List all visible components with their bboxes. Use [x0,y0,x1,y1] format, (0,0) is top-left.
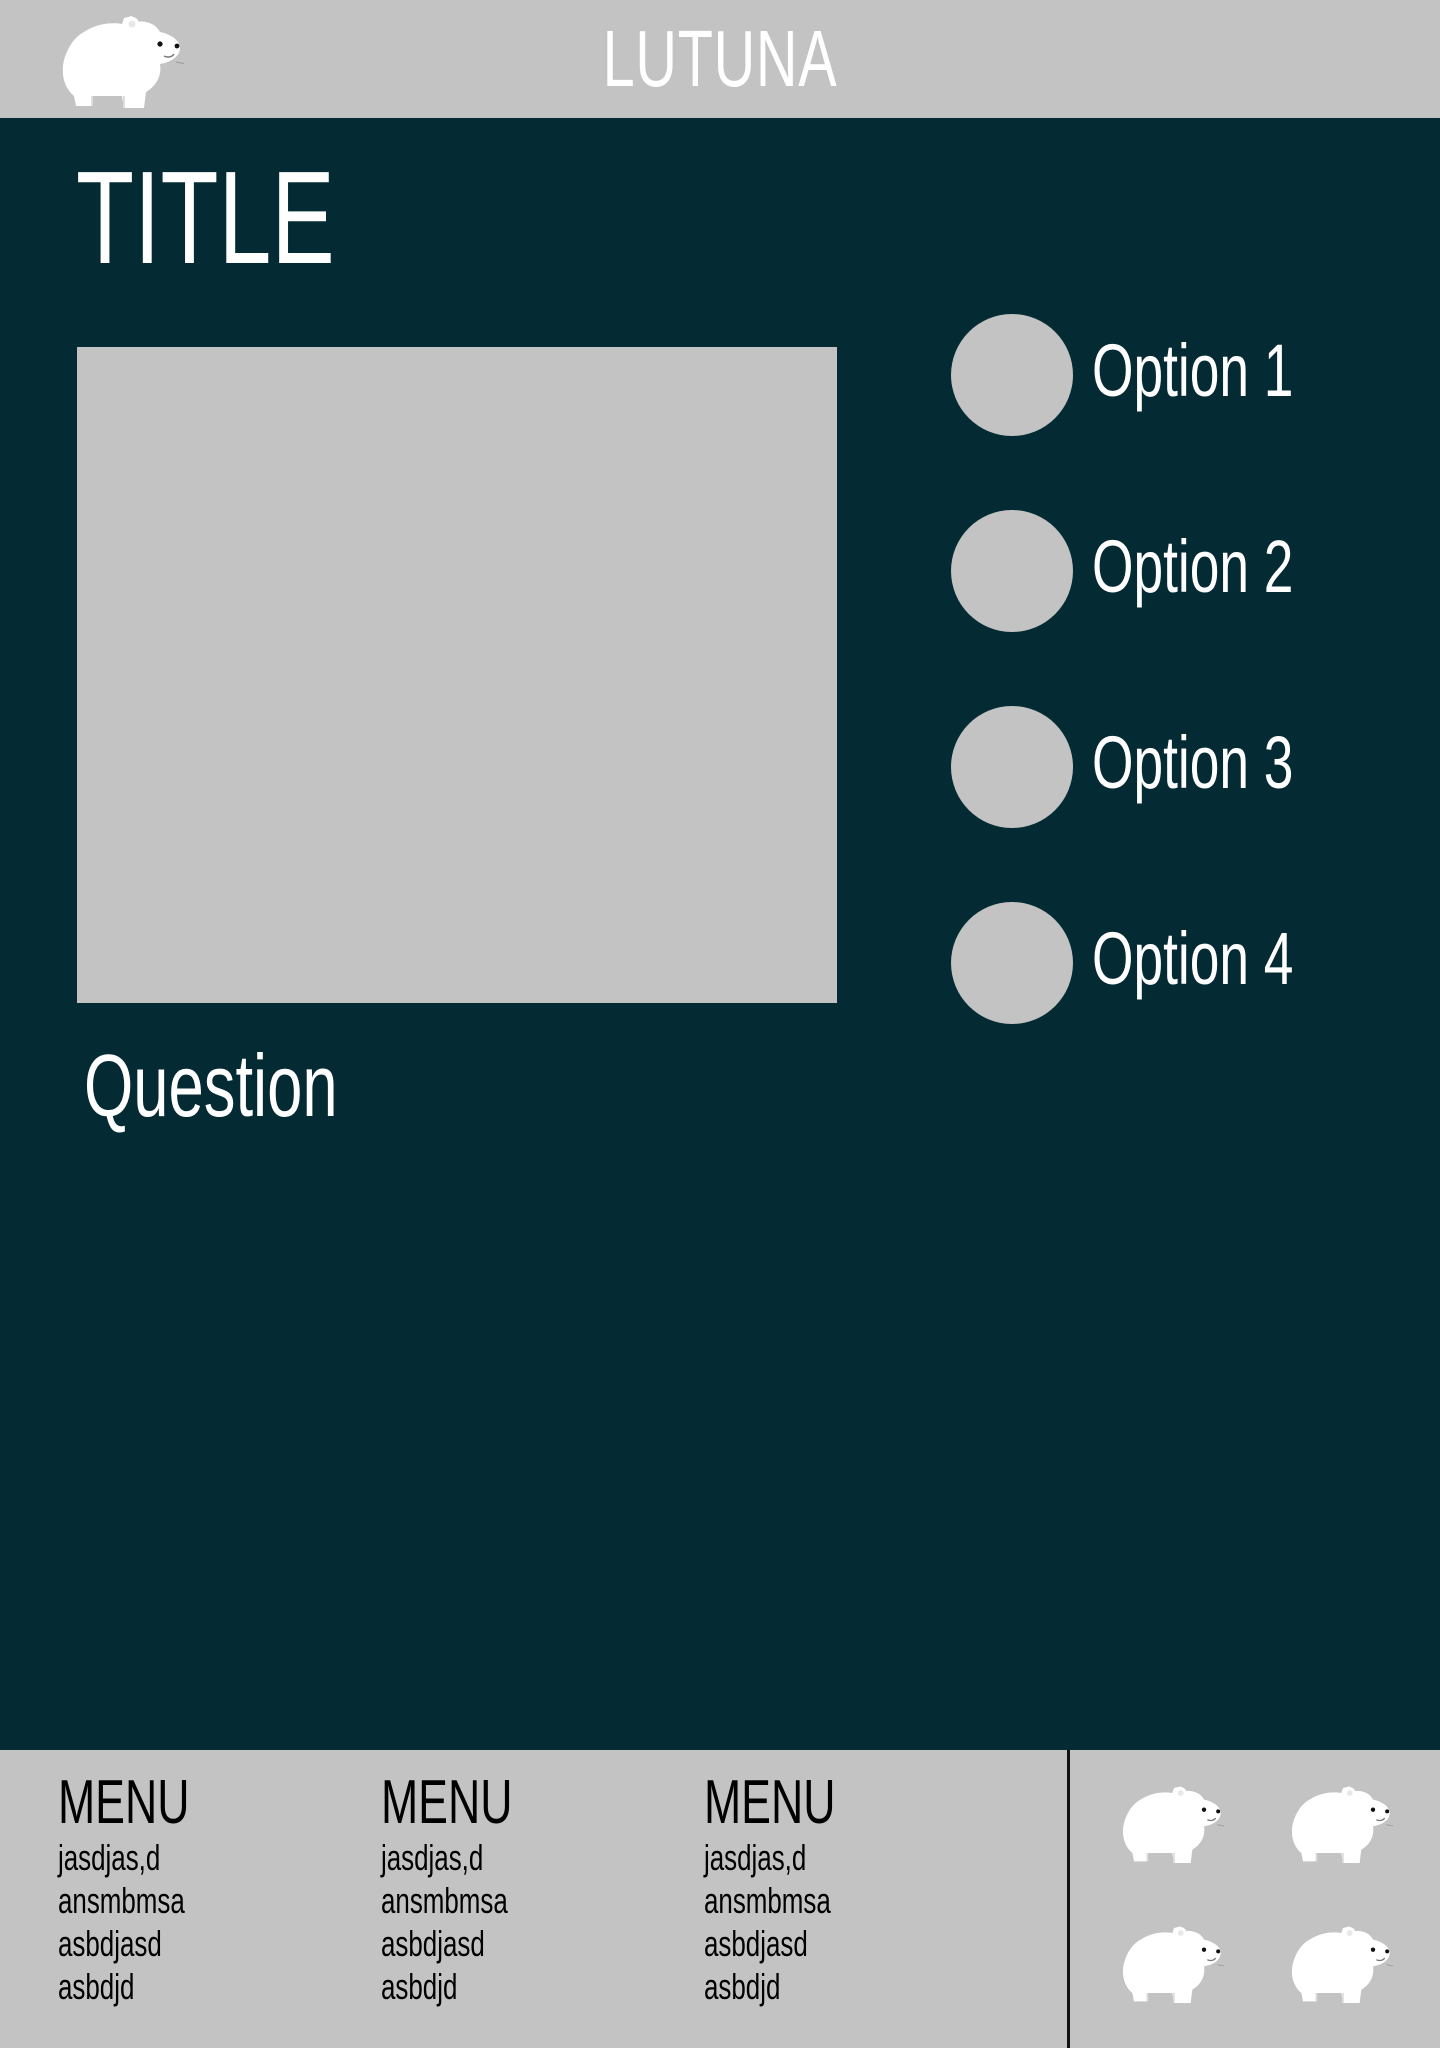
footer-menu-3: MENU jasdjas,d ansmbmsa asbdjasd asbdjd [704,1772,954,2008]
option-4-label: Option 4 [1092,917,1294,1000]
footer-menu-link[interactable]: ansmbmsa [381,1879,561,1922]
footer-divider [1067,1750,1070,2048]
option-4[interactable]: Option 4 [951,902,1371,1024]
option-2[interactable]: Option 2 [951,510,1371,632]
polar-bear-icon[interactable] [1114,1920,1224,2006]
brand-title: LUTUNA [602,14,838,103]
footer-menu-1: MENU jasdjas,d ansmbmsa asbdjasd asbdjd [58,1772,308,2008]
footer-menu-link[interactable]: jasdjas,d [58,1836,238,1879]
option-2-label: Option 2 [1092,525,1294,608]
footer-menu-heading: MENU [381,1768,513,1837]
footer: MENU jasdjas,d ansmbmsa asbdjasd asbdjd … [0,1750,1440,2048]
page-title: TITLE [76,144,335,291]
option-3-label: Option 3 [1092,721,1294,804]
question-text: Question [84,1036,338,1135]
footer-menu-link[interactable]: asbdjasd [704,1922,884,1965]
option-4-radio[interactable] [951,902,1073,1024]
polar-bear-icon[interactable] [1283,1920,1393,2006]
polar-bear-icon[interactable] [1283,1780,1393,1866]
option-1[interactable]: Option 1 [951,314,1371,436]
footer-menu-link[interactable]: ansmbmsa [704,1879,884,1922]
footer-menu-link[interactable]: asbdjasd [381,1922,561,1965]
top-header: LUTUNA [0,0,1440,118]
footer-menu-link[interactable]: asbdjd [704,1965,884,2008]
option-1-label: Option 1 [1092,329,1294,412]
footer-menu-link[interactable]: ansmbmsa [58,1879,238,1922]
footer-menu-link[interactable]: jasdjas,d [381,1836,561,1879]
footer-menu-link[interactable]: asbdjd [58,1965,238,2008]
footer-menu-link[interactable]: jasdjas,d [704,1836,884,1879]
polar-bear-icon[interactable] [1114,1780,1224,1866]
footer-menu-heading: MENU [58,1768,190,1837]
footer-menu-link[interactable]: asbdjd [381,1965,561,2008]
option-3-radio[interactable] [951,706,1073,828]
option-2-radio[interactable] [951,510,1073,632]
polar-bear-icon[interactable] [52,10,184,110]
footer-menu-link[interactable]: asbdjasd [58,1922,238,1965]
option-3[interactable]: Option 3 [951,706,1371,828]
option-1-radio[interactable] [951,314,1073,436]
footer-menu-heading: MENU [704,1768,836,1837]
footer-menu-2: MENU jasdjas,d ansmbmsa asbdjasd asbdjd [381,1772,631,2008]
question-image-placeholder [77,347,837,1003]
